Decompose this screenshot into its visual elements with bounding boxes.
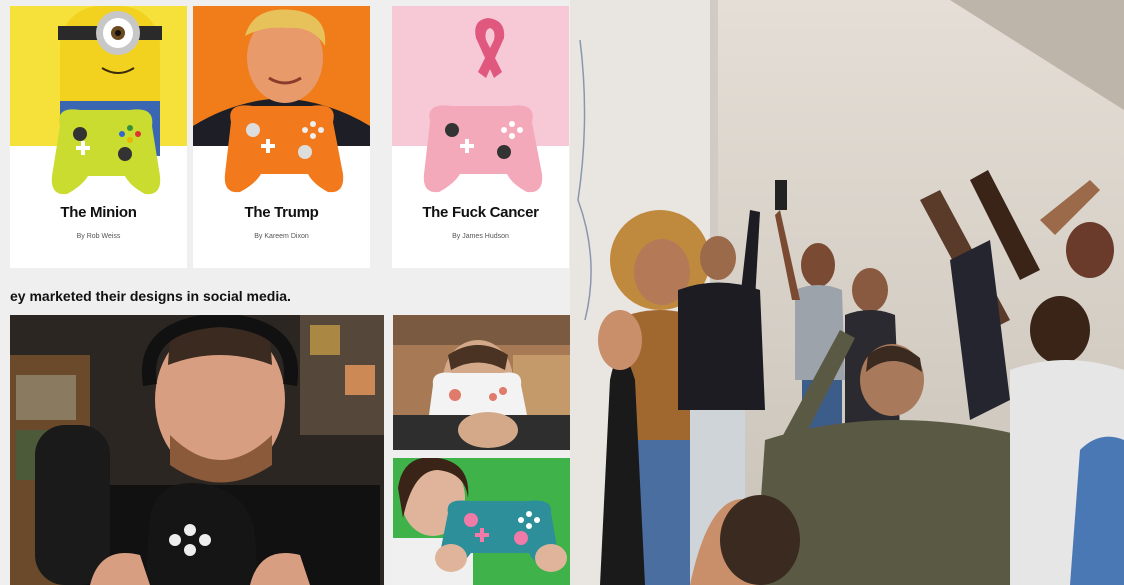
design-card-cancer: The Fuck Cancer By James Hudson [392, 6, 569, 268]
streamer-photo [10, 315, 384, 585]
design-card-trump: The Trump By Kareem Dixon [193, 6, 370, 268]
crowd-celebration-photo [570, 0, 1124, 585]
cancer-artwork [392, 6, 569, 193]
minion-artwork [10, 6, 187, 195]
design-title: The Minion [60, 204, 137, 221]
cancer-controller-icon [423, 105, 543, 193]
design-title: The Fuck Cancer [422, 204, 539, 221]
design-card-minion: The Minion By Rob Weiss [10, 6, 187, 268]
design-author: By James Hudson [452, 233, 509, 240]
design-author: By Kareem Dixon [254, 233, 309, 240]
trump-artwork [193, 6, 370, 193]
teal-controller-photo [393, 458, 570, 585]
marketing-caption: ey marketed their designs in social medi… [10, 288, 291, 304]
white-controller-photo [393, 315, 570, 450]
design-title: The Trump [244, 204, 319, 221]
minion-controller-icon [51, 109, 161, 195]
collage-left-panel: The Minion By Rob Weiss The Trump By Kar… [0, 0, 570, 585]
design-author: By Rob Weiss [76, 233, 121, 240]
trump-controller-icon [224, 105, 344, 193]
